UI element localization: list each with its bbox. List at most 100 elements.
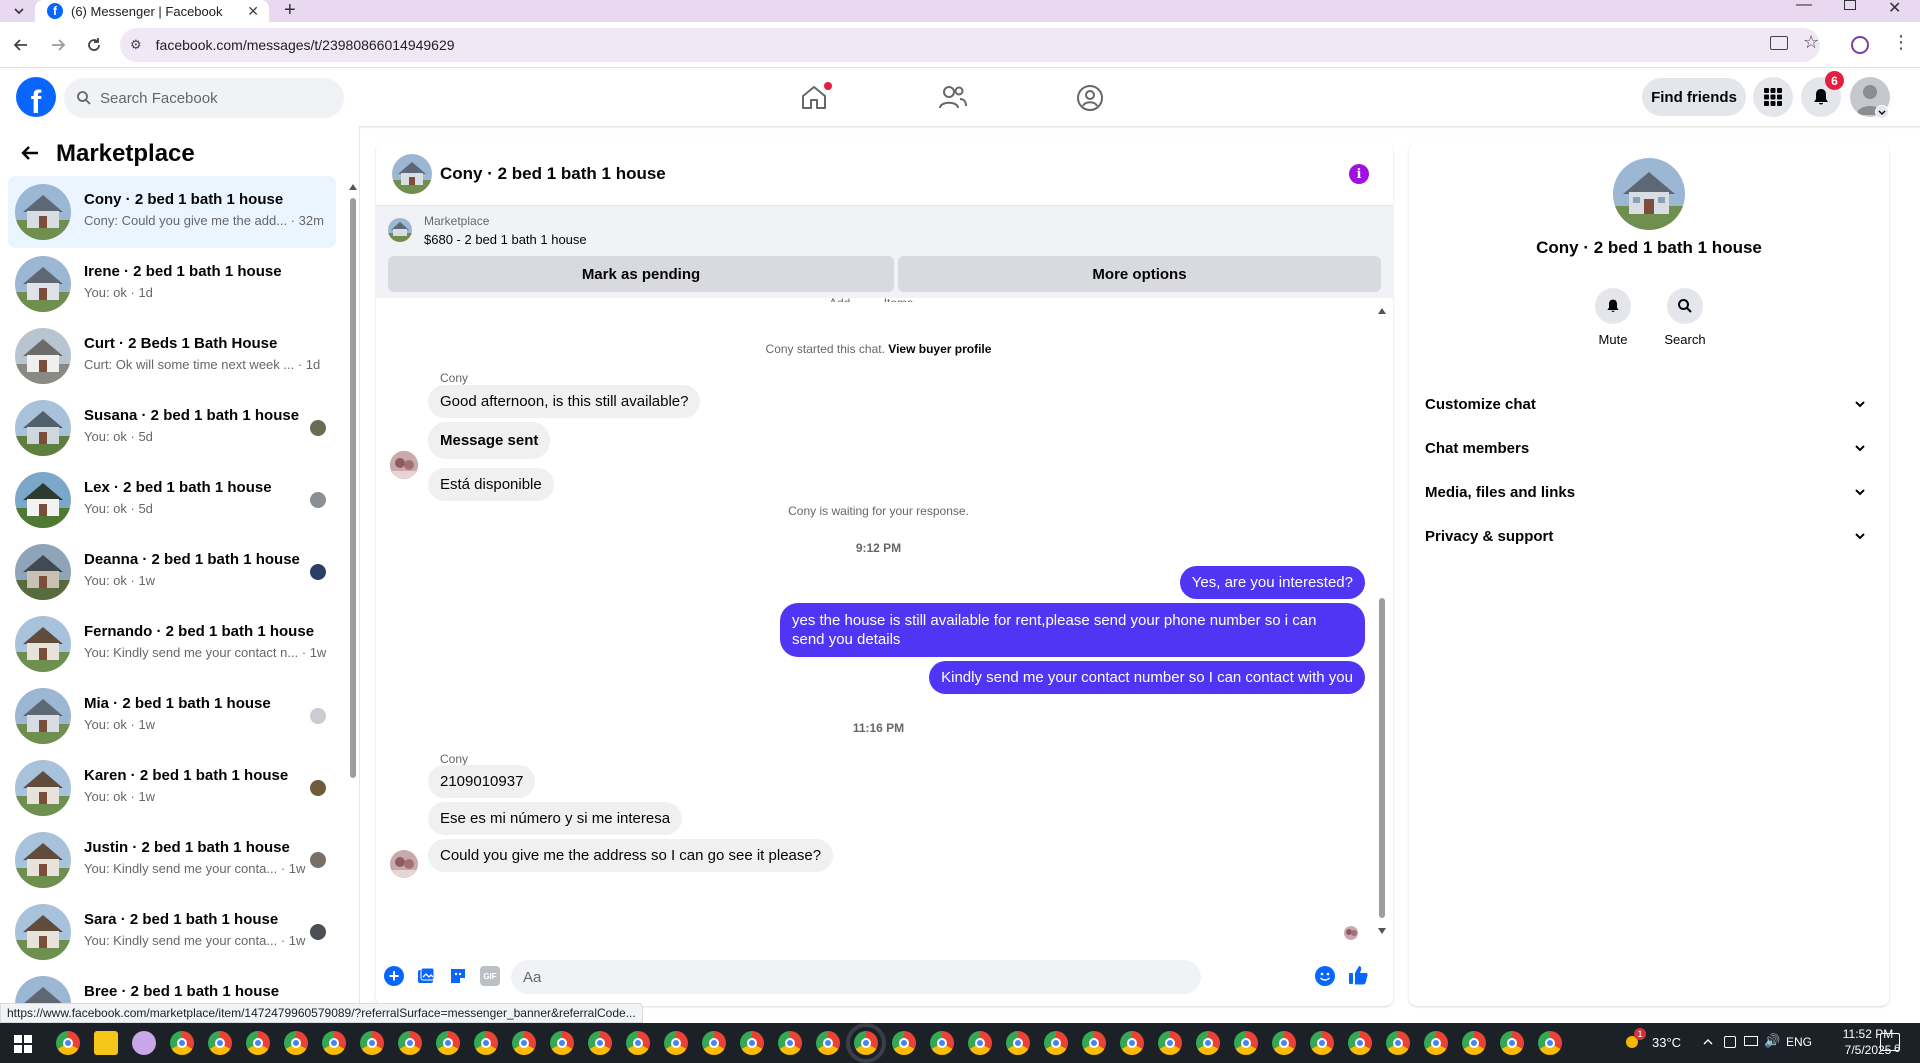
incoming-message[interactable]: Ese es mi número y si me interesa [428, 802, 683, 835]
chrome-icon[interactable] [930, 1031, 954, 1055]
conversation-item[interactable]: Sara · 2 bed 1 bath 1 house You: Kindly s… [8, 896, 336, 968]
notifications-button[interactable]: 6 [1801, 71, 1844, 117]
chrome-icon[interactable] [664, 1031, 688, 1055]
conversation-item[interactable]: Irene · 2 bed 1 bath 1 house You: ok · 1d [8, 248, 336, 320]
facebook-logo[interactable]: f [16, 77, 56, 117]
scroll-up-arrow-icon[interactable] [349, 184, 357, 190]
chrome-icon[interactable] [170, 1031, 194, 1055]
chrome-icon[interactable] [398, 1031, 422, 1055]
conversation-item[interactable]: Fernando · 2 bed 1 bath 1 house You: Kind… [8, 608, 336, 680]
chrome-icon[interactable] [1158, 1031, 1182, 1055]
info-icon[interactable]: i [1349, 164, 1369, 184]
network-icon[interactable] [1744, 1036, 1758, 1046]
sender-avatar[interactable] [390, 850, 418, 878]
chrome-icon[interactable] [626, 1031, 650, 1055]
chrome-icon[interactable] [778, 1031, 802, 1055]
chrome-icon[interactable] [968, 1031, 992, 1055]
chrome-icon[interactable] [816, 1031, 840, 1055]
chrome-icon[interactable] [322, 1031, 346, 1055]
account-chevron-icon[interactable] [1875, 105, 1889, 119]
privacy-support-section[interactable]: Privacy & support [1425, 514, 1875, 558]
weather-icon[interactable]: 1 [1620, 1028, 1646, 1052]
message-sent-card[interactable]: Message sent [428, 422, 551, 459]
gif-icon[interactable]: GIF [480, 966, 500, 986]
tab-list-chevron-icon[interactable] [12, 4, 26, 18]
chrome-icon[interactable] [550, 1031, 574, 1055]
chrome-icon[interactable] [1006, 1031, 1030, 1055]
chrome-icon[interactable] [474, 1031, 498, 1055]
chat-scrollbar[interactable] [1377, 308, 1387, 938]
chrome-icon[interactable] [702, 1031, 726, 1055]
chrome-icon[interactable] [1500, 1031, 1524, 1055]
mute-button[interactable]: Mute [1589, 288, 1637, 347]
mark-as-pending-button[interactable]: Mark as pending [388, 256, 894, 292]
windows-start-icon[interactable] [14, 1035, 32, 1053]
conversation-item[interactable]: Susana · 2 bed 1 bath 1 house You: ok · 5… [8, 392, 336, 464]
reload-icon[interactable] [85, 36, 103, 54]
conversation-item[interactable]: Justin · 2 bed 1 bath 1 house You: Kindly… [8, 824, 336, 896]
chrome-icon[interactable] [436, 1031, 460, 1055]
chrome-icon[interactable] [56, 1031, 80, 1055]
chrome-icon[interactable] [740, 1031, 764, 1055]
conversation-item[interactable]: Cony · 2 bed 1 bath 1 house Cony: Could y… [8, 176, 336, 248]
scroll-up-arrow-icon[interactable] [1378, 308, 1386, 314]
incoming-message[interactable]: 2109010937 [428, 765, 536, 798]
conversation-item[interactable]: Karen · 2 bed 1 bath 1 house You: ok · 1w [8, 752, 336, 824]
chrome-icon[interactable] [1424, 1031, 1448, 1055]
language-indicator[interactable]: ENG [1774, 1035, 1812, 1049]
photo-icon[interactable] [416, 966, 436, 986]
back-arrow-icon[interactable] [12, 36, 30, 54]
conversation-item[interactable]: Deanna · 2 bed 1 bath 1 house You: ok · 1… [8, 536, 336, 608]
details-avatar[interactable] [1613, 158, 1685, 230]
find-friends-button[interactable]: Find friends [1642, 78, 1746, 116]
install-app-icon[interactable] [1770, 36, 1788, 50]
tab-close-icon[interactable]: ✕ [247, 3, 259, 20]
outgoing-message[interactable]: Kindly send me your contact number so I … [929, 661, 1365, 694]
menu-grid-button[interactable] [1753, 77, 1793, 117]
chrome-icon[interactable] [208, 1031, 232, 1055]
chat-avatar[interactable] [392, 154, 432, 194]
maximize-icon[interactable] [1844, 0, 1856, 10]
home-nav-icon[interactable] [800, 82, 832, 110]
banner-item-thumbnail[interactable] [388, 218, 412, 242]
minimize-icon[interactable]: — [1796, 0, 1812, 14]
like-thumb-icon[interactable] [1347, 964, 1369, 986]
groups-nav-icon[interactable] [1076, 84, 1104, 112]
incoming-message[interactable]: Está disponible [428, 468, 554, 501]
search-facebook-input[interactable]: Search Facebook [64, 78, 344, 118]
search-conversation-button[interactable]: Search [1659, 288, 1711, 347]
chrome-icon[interactable] [360, 1031, 384, 1055]
incoming-message[interactable]: Good afternoon, is this still available? [428, 385, 701, 418]
browser-tab[interactable]: f (6) Messenger | Facebook ✕ [35, 0, 269, 22]
outgoing-message[interactable]: Yes, are you interested? [1179, 566, 1365, 599]
close-window-icon[interactable]: ✕ [1888, 0, 1901, 18]
sender-avatar[interactable] [390, 451, 418, 479]
chat-header-title[interactable]: Cony · 2 bed 1 bath 1 house [440, 164, 666, 184]
more-options-button[interactable]: More options [898, 256, 1381, 292]
scroll-down-arrow-icon[interactable] [1378, 928, 1386, 934]
conversation-item[interactable]: Mia · 2 bed 1 bath 1 house You: ok · 1w [8, 680, 336, 752]
address-bar[interactable]: ⚙ facebook.com/messages/t/23980866014949… [120, 28, 1820, 62]
tray-chevron-up-icon[interactable] [1701, 1035, 1715, 1049]
browser-menu-icon[interactable]: ⋮ [1892, 32, 1910, 53]
chrome-icon[interactable] [1462, 1031, 1486, 1055]
conversation-item[interactable]: Lex · 2 bed 1 bath 1 house You: ok · 5d [8, 464, 336, 536]
file-explorer-icon[interactable] [94, 1031, 118, 1055]
chrome-icon[interactable] [1386, 1031, 1410, 1055]
view-buyer-profile-link[interactable]: View buyer profile [888, 342, 991, 356]
chrome-icon[interactable] [1082, 1031, 1106, 1055]
customize-chat-section[interactable]: Customize chat [1425, 382, 1875, 426]
outgoing-message[interactable]: yes the house is still available for ren… [780, 603, 1365, 657]
chrome-icon[interactable] [1044, 1031, 1068, 1055]
chrome-icon[interactable] [892, 1031, 916, 1055]
add-plus-icon[interactable]: + [384, 966, 404, 986]
sticker-icon[interactable] [448, 966, 468, 986]
sidebar-scrollbar[interactable] [349, 184, 357, 884]
chrome-icon[interactable] [1196, 1031, 1220, 1055]
chrome-icon[interactable] [1538, 1031, 1562, 1055]
new-tab-plus-icon[interactable]: + [284, 0, 296, 22]
chrome-icon[interactable] [1120, 1031, 1144, 1055]
chrome-icon[interactable] [1348, 1031, 1372, 1055]
chrome-icon[interactable] [588, 1031, 612, 1055]
incoming-message[interactable]: Could you give me the address so I can g… [428, 839, 834, 872]
